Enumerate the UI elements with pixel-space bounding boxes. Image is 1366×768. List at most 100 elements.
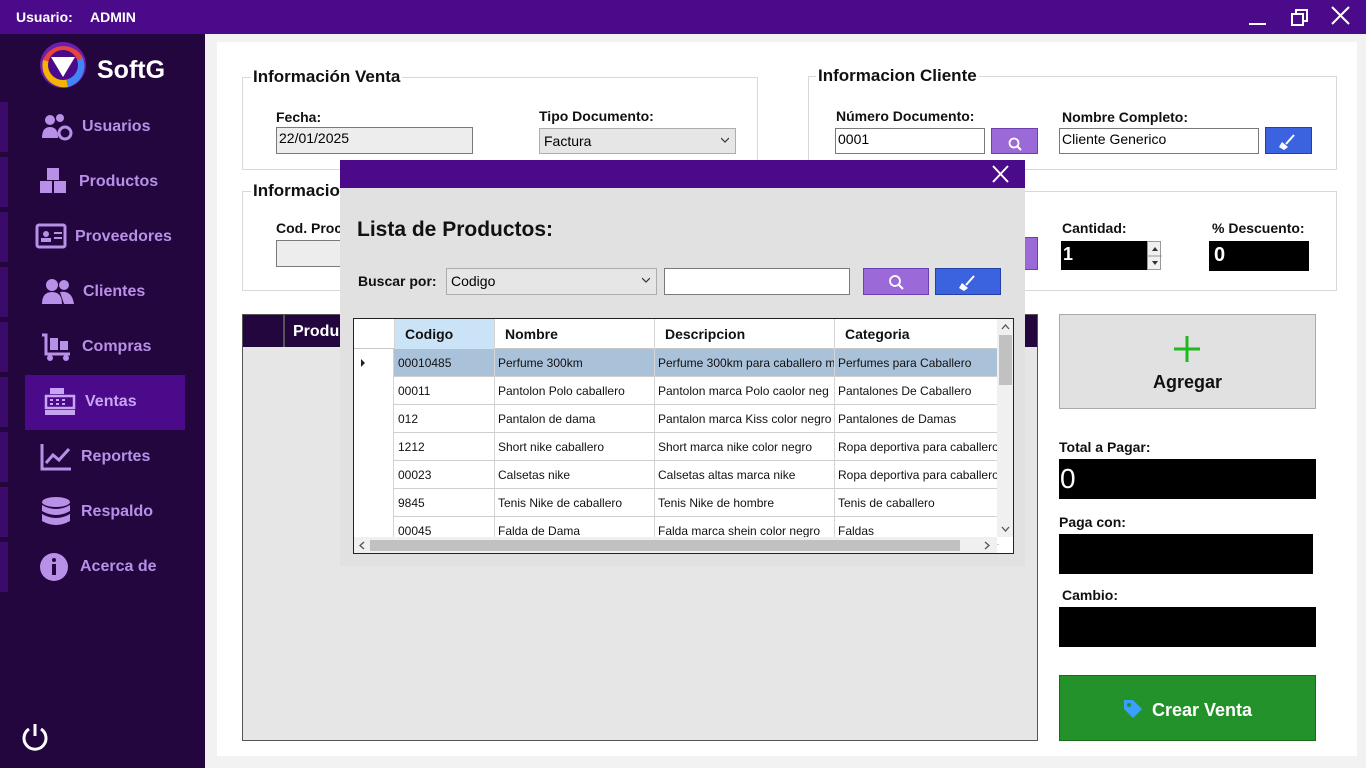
tipo-documento-label: Tipo Documento:	[539, 108, 654, 124]
agregar-button[interactable]: Agregar	[1059, 314, 1316, 409]
sidebar-item-reportes[interactable]: Reportes	[0, 430, 205, 485]
tipo-documento-value: Factura	[544, 133, 592, 149]
table-cell: Pantolon Polo caballero	[495, 377, 655, 405]
table-cell: Ropa deportiva para caballero	[838, 468, 999, 482]
modal-search-button[interactable]	[863, 268, 929, 295]
search-cliente-button[interactable]	[991, 128, 1038, 154]
table-row[interactable]: 012 Pantalon de dama Pantalon marca Kiss …	[354, 405, 999, 433]
row-header[interactable]	[354, 489, 394, 517]
sidebar-item-label: Usuarios	[82, 118, 151, 135]
user-label: Usuario:	[16, 9, 73, 25]
close-icon	[992, 165, 1009, 183]
nombre-completo-field[interactable]: Cliente Generico	[1059, 128, 1259, 154]
table-cell: Pantalones de Damas	[838, 412, 957, 426]
row-header[interactable]	[354, 405, 394, 433]
grid-header-categoria[interactable]: Categoria	[835, 319, 999, 349]
sidebar-item-acerca[interactable]: Acerca de	[0, 540, 205, 595]
boxes-icon	[40, 168, 66, 193]
grid-vertical-scrollbar[interactable]	[997, 319, 1013, 537]
row-header[interactable]	[354, 461, 394, 489]
table-row[interactable]: 00011 Pantolon Polo caballero Pantolon mar…	[354, 377, 999, 405]
table-row[interactable]: 1212 Short nike caballero Short marca nike…	[354, 433, 999, 461]
table-cell: 00010485	[395, 349, 495, 377]
table-cell: Ropa deportiva para caballero	[838, 440, 999, 454]
paga-con-field[interactable]	[1059, 534, 1313, 574]
total-pagar-value: 0	[1059, 459, 1316, 499]
grid-header-descripcion[interactable]: Descripcion	[655, 319, 835, 349]
sidebar-item-usuarios[interactable]: Usuarios	[0, 100, 205, 155]
numero-documento-field[interactable]: 0001	[835, 128, 985, 154]
row-header[interactable]	[354, 377, 394, 405]
scroll-arrows-icon	[999, 324, 1012, 532]
modal-title: Lista de Productos:	[357, 218, 554, 241]
venta-title: Información Venta	[251, 67, 403, 87]
grid-header-nombre[interactable]: Nombre	[495, 319, 655, 349]
close-button[interactable]	[1322, 2, 1358, 32]
user-value: ADMIN	[90, 9, 136, 25]
buscar-por-value: Codigo	[451, 273, 496, 289]
table-row[interactable]: 00010485 Perfume 300km Perfume 300km para …	[354, 349, 999, 377]
sidebar-item-ventas[interactable]: Ventas	[0, 375, 205, 430]
crear-venta-button[interactable]: Crear Venta	[1059, 675, 1316, 741]
fecha-label: Fecha:	[276, 109, 322, 125]
table-row[interactable]: 00023 Calsetas nike Calsetas altas marca n…	[354, 461, 999, 489]
chevron-down-icon	[721, 137, 729, 143]
table-cell: Tenis Nike de caballero	[495, 489, 655, 517]
cantidad-stepper[interactable]	[1147, 241, 1162, 270]
modal-clear-button[interactable]	[935, 268, 1001, 295]
sidebar-item-proveedores[interactable]: Proveedores	[0, 210, 205, 265]
search-icon	[889, 275, 904, 290]
venta-grid-header-producto: Produ	[293, 323, 340, 340]
sidebar-item-label: Clientes	[83, 283, 146, 300]
table-cell: Pantalones De Caballero	[838, 384, 972, 398]
table-cell: Calsetas nike	[495, 461, 655, 489]
buscar-por-select[interactable]: Codigo	[446, 268, 657, 295]
maximize-button[interactable]	[1282, 2, 1318, 32]
cantidad-field[interactable]: 1	[1061, 241, 1147, 270]
sidebar-item-compras[interactable]: Compras	[0, 320, 205, 375]
tipo-documento-select[interactable]: Factura	[539, 128, 736, 154]
table-cell: Short marca nike color negro	[655, 433, 835, 461]
buscar-input[interactable]	[664, 268, 850, 295]
chevron-down-icon	[642, 277, 650, 283]
clear-cliente-button[interactable]	[1265, 127, 1312, 154]
table-cell: Tenis de caballero	[838, 496, 935, 510]
producto-title: Informacio	[251, 181, 342, 201]
row-selector-icon	[361, 359, 365, 367]
table-cell: 00011	[395, 377, 495, 405]
cash-register-icon	[44, 388, 76, 415]
table-cell: Perfumes para Caballero	[838, 356, 972, 370]
sidebar-item-respaldo[interactable]: Respaldo	[0, 485, 205, 540]
restore-icon	[1291, 9, 1308, 26]
minimize-button[interactable]	[1240, 2, 1276, 32]
sidebar-item-label: Productos	[79, 173, 159, 190]
descuento-field[interactable]: 0	[1209, 241, 1309, 271]
sidebar-item-label: Proveedores	[75, 228, 172, 245]
productos-grid[interactable]: Codigo Nombre Descripcion Categoria 0001…	[353, 318, 1014, 554]
row-header[interactable]	[354, 433, 394, 461]
table-cell: Pantalon de dama	[495, 405, 655, 433]
table-row[interactable]: 9845 Tenis Nike de caballero Tenis Nike de…	[354, 489, 999, 517]
database-icon	[42, 497, 70, 525]
row-header[interactable]	[354, 349, 394, 377]
codigo-producto-field[interactable]	[276, 240, 346, 267]
cambio-value	[1059, 607, 1316, 647]
sidebar-item-clientes[interactable]: Clientes	[0, 265, 205, 320]
cantidad-label: Cantidad:	[1062, 220, 1127, 236]
power-icon[interactable]	[20, 722, 50, 752]
modal-close-button[interactable]	[988, 162, 1014, 186]
grid-header-codigo[interactable]: Codigo	[395, 319, 495, 349]
broom-icon	[1279, 134, 1295, 150]
table-cell: Perfume 300km	[495, 349, 655, 377]
grid-horizontal-scrollbar[interactable]	[354, 537, 997, 553]
sidebar-item-productos[interactable]: Productos	[0, 155, 205, 210]
softg-logo-icon	[40, 42, 86, 88]
grid-header: Codigo Nombre Descripcion Categoria	[354, 319, 999, 349]
title-bar: Usuario: ADMIN	[0, 0, 1366, 34]
fecha-field[interactable]: 22/01/2025	[276, 127, 473, 154]
sidebar-item-label: Acerca de	[80, 558, 157, 575]
table-cell: 1212	[395, 433, 495, 461]
agregar-label: Agregar	[1152, 372, 1223, 392]
table-cell: Calsetas altas marca nike	[655, 461, 835, 489]
grid-header-corner	[354, 319, 395, 349]
